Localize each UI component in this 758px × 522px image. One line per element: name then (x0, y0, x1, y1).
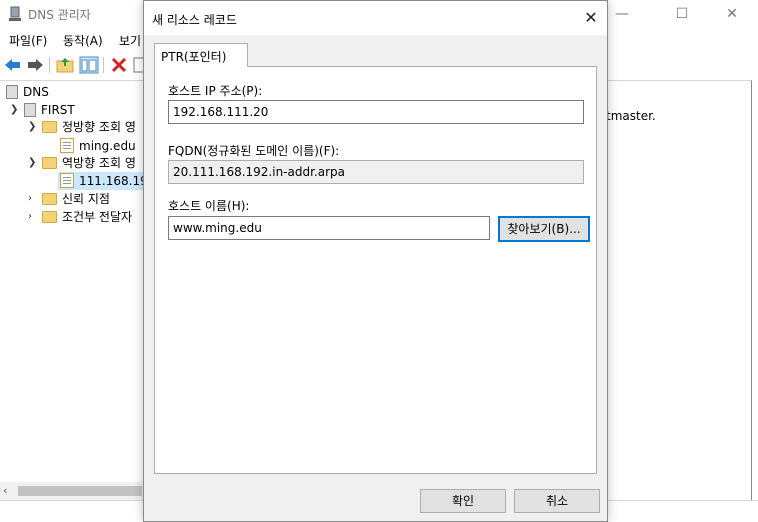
tree-item-dns[interactable]: DNS (6, 83, 49, 101)
window-title: DNS 관리자 (28, 8, 91, 22)
toolbar-separator (49, 57, 50, 73)
folder-icon (42, 211, 57, 223)
host-name-input[interactable]: www.ming.edu (168, 216, 490, 240)
tree-item-reverse-zone-selected[interactable]: 111.168.192 (58, 172, 155, 190)
details-pane: tmaster. (606, 80, 752, 500)
tree-item-forward-zones[interactable]: ❯ 정방향 조회 영 (28, 118, 136, 136)
tree-item-reverse-zones[interactable]: ❯ 역방향 조회 영 (28, 154, 136, 172)
folder-icon (42, 193, 57, 205)
dialog-title-bar: 새 리소스 레코드 ✕ (144, 1, 607, 35)
forward-arrow-icon[interactable] (25, 56, 45, 74)
menu-view[interactable]: 보기 (119, 32, 141, 49)
delete-icon[interactable] (109, 56, 129, 74)
zone-icon (60, 173, 74, 188)
chevron-down-icon[interactable]: ❯ (28, 154, 40, 172)
menu-action[interactable]: 동작(A) (63, 32, 103, 49)
server-icon (24, 103, 36, 117)
tab-ptr-label: PTR(포인터) (161, 50, 227, 64)
zone-icon (60, 138, 74, 153)
console-tree: DNS ❯ FIRST ❯ 정방향 조회 영 ming.edu ❯ 역방향 조회… (0, 80, 155, 500)
back-arrow-icon[interactable] (3, 56, 23, 74)
tree-item-conditional-forwarders[interactable]: › 조건부 전달자 (28, 208, 132, 226)
close-window-icon[interactable]: ✕ (712, 4, 752, 24)
tab-ptr[interactable]: PTR(포인터) (154, 43, 248, 67)
scrollbar-thumb[interactable] (18, 486, 142, 496)
tree-item-first[interactable]: ❯ FIRST (10, 101, 75, 119)
ok-button[interactable]: 확인 (420, 489, 506, 513)
tree-item-trust-points[interactable]: › 신뢰 지점 (28, 190, 110, 208)
folder-icon (42, 157, 57, 169)
chevron-right-icon[interactable]: › (28, 208, 40, 226)
menu-file[interactable]: 파일(F) (9, 32, 47, 49)
host-name-label: 호스트 이름(H): (168, 199, 250, 213)
folder-icon (42, 121, 57, 133)
chevron-down-icon[interactable]: ❯ (28, 118, 40, 136)
chevron-right-icon[interactable]: › (28, 190, 40, 208)
up-folder-icon[interactable] (55, 56, 75, 74)
show-hide-console-icon[interactable] (79, 56, 99, 74)
tree-horizontal-scrollbar[interactable]: ‹ (0, 482, 144, 500)
chevron-down-icon[interactable]: ❯ (10, 101, 22, 119)
dns-server-icon (6, 85, 18, 99)
fqdn-label: FQDN(정규화된 도메인 이름)(F): (168, 144, 340, 158)
cancel-button[interactable]: 취소 (514, 489, 600, 513)
details-text: tmaster. (606, 109, 656, 123)
new-resource-record-dialog: 새 리소스 레코드 ✕ PTR(포인터) 호스트 IP 주소(P): 192.1… (143, 0, 608, 522)
minimize-icon[interactable]: — (602, 4, 642, 24)
ptr-tab-panel: 호스트 IP 주소(P): 192.168.111.20 FQDN(정규화된 도… (154, 66, 597, 474)
toolbar-separator (103, 57, 104, 73)
dns-app-icon (9, 6, 21, 21)
maximize-icon[interactable]: ☐ (662, 4, 702, 24)
browse-button[interactable]: 찾아보기(B)... (498, 216, 590, 242)
dialog-title: 새 리소스 레코드 (152, 13, 237, 27)
fqdn-field: 20.111.168.192.in-addr.arpa (168, 160, 584, 184)
host-ip-label: 호스트 IP 주소(P): (168, 84, 263, 98)
host-ip-input[interactable]: 192.168.111.20 (168, 100, 584, 124)
tree-item-ming-edu[interactable]: ming.edu (60, 137, 136, 155)
close-icon[interactable]: ✕ (579, 7, 603, 29)
scroll-left-icon[interactable]: ‹ (3, 484, 7, 497)
